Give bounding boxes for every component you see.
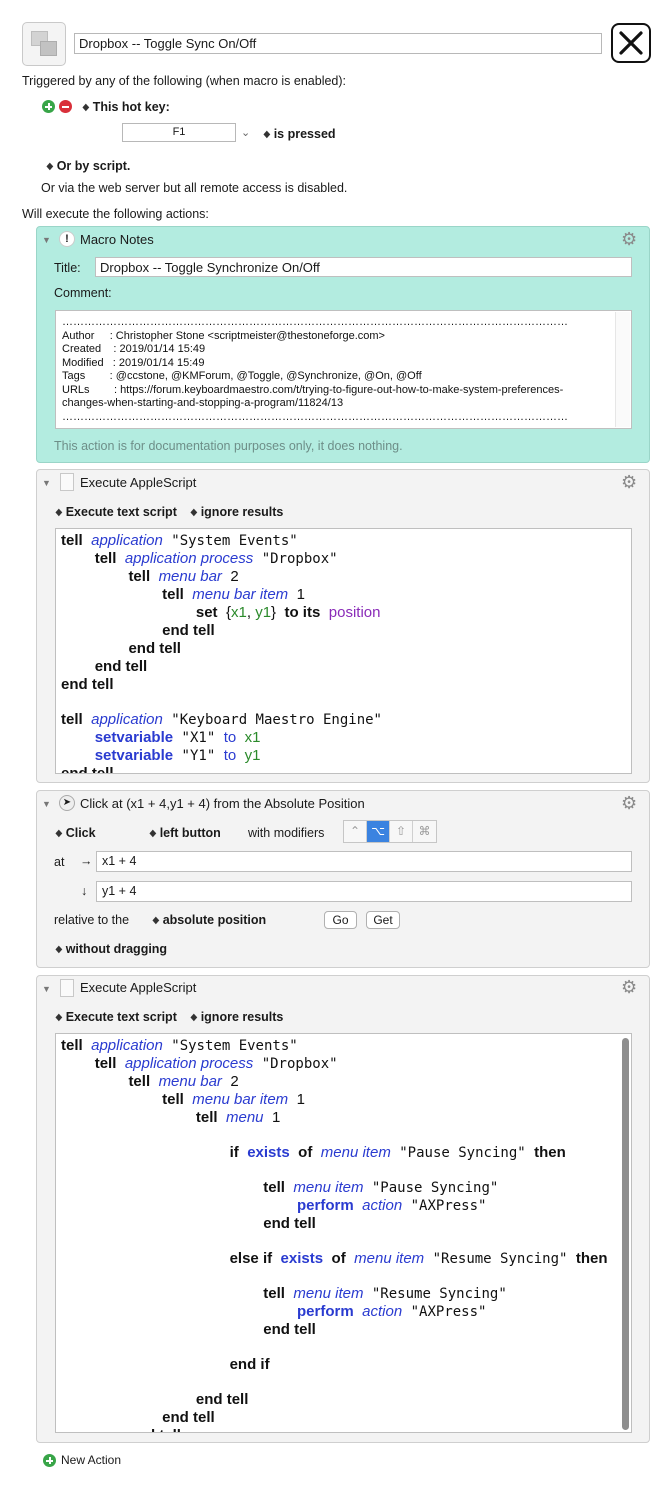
hotkey-condition-popup[interactable]: ◆ is pressed	[263, 127, 335, 141]
applescript-icon	[60, 979, 74, 997]
add-action-icon[interactable]	[43, 1454, 56, 1467]
triggers-header: Triggered by any of the following (when …	[22, 74, 347, 88]
notes-icon: !	[59, 231, 75, 247]
shift-key-toggle[interactable]: ⇧	[390, 821, 413, 842]
notes-title-field[interactable]: Dropbox -- Toggle Synchronize On/Off	[95, 257, 632, 277]
script-trigger-popup[interactable]: ◆ Or by script.	[46, 159, 130, 173]
add-trigger-icon[interactable]	[42, 100, 55, 113]
gear-icon[interactable]: ⚙	[621, 473, 637, 491]
gear-icon[interactable]: ⚙	[621, 794, 637, 812]
popup-chevron-icon: ◆	[263, 129, 271, 140]
dragging-popup[interactable]: ◆ without dragging	[55, 942, 167, 956]
go-button[interactable]: Go	[324, 911, 357, 929]
script-code: tell application "System Events" tell ap…	[61, 1037, 608, 1432]
script-editor-2[interactable]: tell application "System Events" tell ap…	[55, 1033, 632, 1433]
scrollbar[interactable]	[615, 312, 630, 427]
close-x-icon	[619, 31, 643, 55]
popup-chevron-icon: ◆	[55, 1012, 63, 1023]
new-action-button[interactable]: New Action	[61, 1453, 121, 1467]
macro-name-field[interactable]: Dropbox -- Toggle Sync On/Off	[74, 33, 602, 54]
right-arrow-icon: →	[80, 854, 93, 868]
notes-title-label: Title:	[54, 261, 81, 275]
option-key-toggle[interactable]: ⌥	[367, 821, 390, 842]
popup-chevron-icon: ◆	[82, 102, 90, 113]
hotkey-field[interactable]: F1	[122, 123, 236, 142]
popup-chevron-icon: ◆	[55, 507, 63, 518]
notes-footer: This action is for documentation purpose…	[54, 439, 403, 453]
notes-comment-label: Comment:	[54, 286, 112, 300]
click-type-popup[interactable]: ◆ Click	[55, 826, 95, 840]
disclosure-triangle-icon[interactable]: ▼	[42, 799, 51, 809]
disclosure-triangle-icon[interactable]: ▼	[42, 478, 51, 488]
script-mode-popup[interactable]: ◆ Execute text script	[55, 505, 176, 519]
scrollbar[interactable]	[622, 1038, 629, 1430]
notes-comment-field[interactable]: ……………………………………………………………………………………………………………	[55, 310, 632, 429]
trigger-type-popup[interactable]: ◆ This hot key:	[82, 100, 169, 114]
popup-chevron-icon: ◆	[46, 161, 54, 172]
y-coordinate-field[interactable]: y1 + 4	[96, 881, 632, 902]
popup-chevron-icon: ◆	[55, 944, 63, 955]
popup-chevron-icon: ◆	[149, 828, 157, 839]
at-label: at	[54, 855, 65, 869]
command-key-toggle[interactable]: ⌘	[413, 821, 436, 842]
popup-chevron-icon: ◆	[55, 828, 63, 839]
mouse-button-popup[interactable]: ◆ left button	[149, 826, 220, 840]
modifier-keys: ⌃ ⌥ ⇧ ⌘	[343, 820, 437, 843]
control-key-toggle[interactable]: ⌃	[344, 821, 367, 842]
action-title: Execute AppleScript	[80, 475, 197, 490]
popup-chevron-icon: ◆	[152, 915, 160, 926]
close-button[interactable]	[611, 23, 651, 63]
get-button[interactable]: Get	[366, 911, 400, 929]
action-title: Click at (x1 + 4,y1 + 4) from the Absolu…	[80, 796, 365, 811]
notes-title: Macro Notes	[80, 232, 154, 247]
macro-icon[interactable]	[22, 22, 66, 66]
modifiers-label: with modifiers	[248, 826, 325, 840]
down-arrow-icon: ↓	[81, 884, 88, 898]
applescript-icon	[60, 473, 74, 491]
chevron-down-icon[interactable]: ⌄	[241, 126, 250, 139]
relative-popup[interactable]: ◆ absolute position	[152, 913, 266, 927]
results-popup[interactable]: ◆ ignore results	[190, 1010, 283, 1024]
x-coordinate-field[interactable]: x1 + 4	[96, 851, 632, 872]
comment-text: ……………………………………………………………………………………………………………	[62, 316, 568, 423]
script-editor-1[interactable]: tell application "System Events" tell ap…	[55, 528, 632, 774]
mouse-click-icon: ➤	[59, 795, 75, 811]
disclosure-triangle-icon[interactable]: ▼	[42, 235, 51, 245]
gear-icon[interactable]: ⚙	[621, 230, 637, 248]
web-server-note: Or via the web server but all remote acc…	[41, 181, 348, 195]
remove-trigger-icon[interactable]	[59, 100, 72, 113]
results-popup[interactable]: ◆ ignore results	[190, 505, 283, 519]
script-code: tell application "System Events" tell ap…	[61, 532, 382, 774]
relative-label: relative to the	[54, 913, 130, 927]
gear-icon[interactable]: ⚙	[621, 978, 637, 996]
popup-chevron-icon: ◆	[190, 507, 198, 518]
script-mode-popup[interactable]: ◆ Execute text script	[55, 1010, 176, 1024]
disclosure-triangle-icon[interactable]: ▼	[42, 984, 51, 994]
popup-chevron-icon: ◆	[190, 1012, 198, 1023]
actions-header: Will execute the following actions:	[22, 207, 209, 221]
action-title: Execute AppleScript	[80, 980, 197, 995]
